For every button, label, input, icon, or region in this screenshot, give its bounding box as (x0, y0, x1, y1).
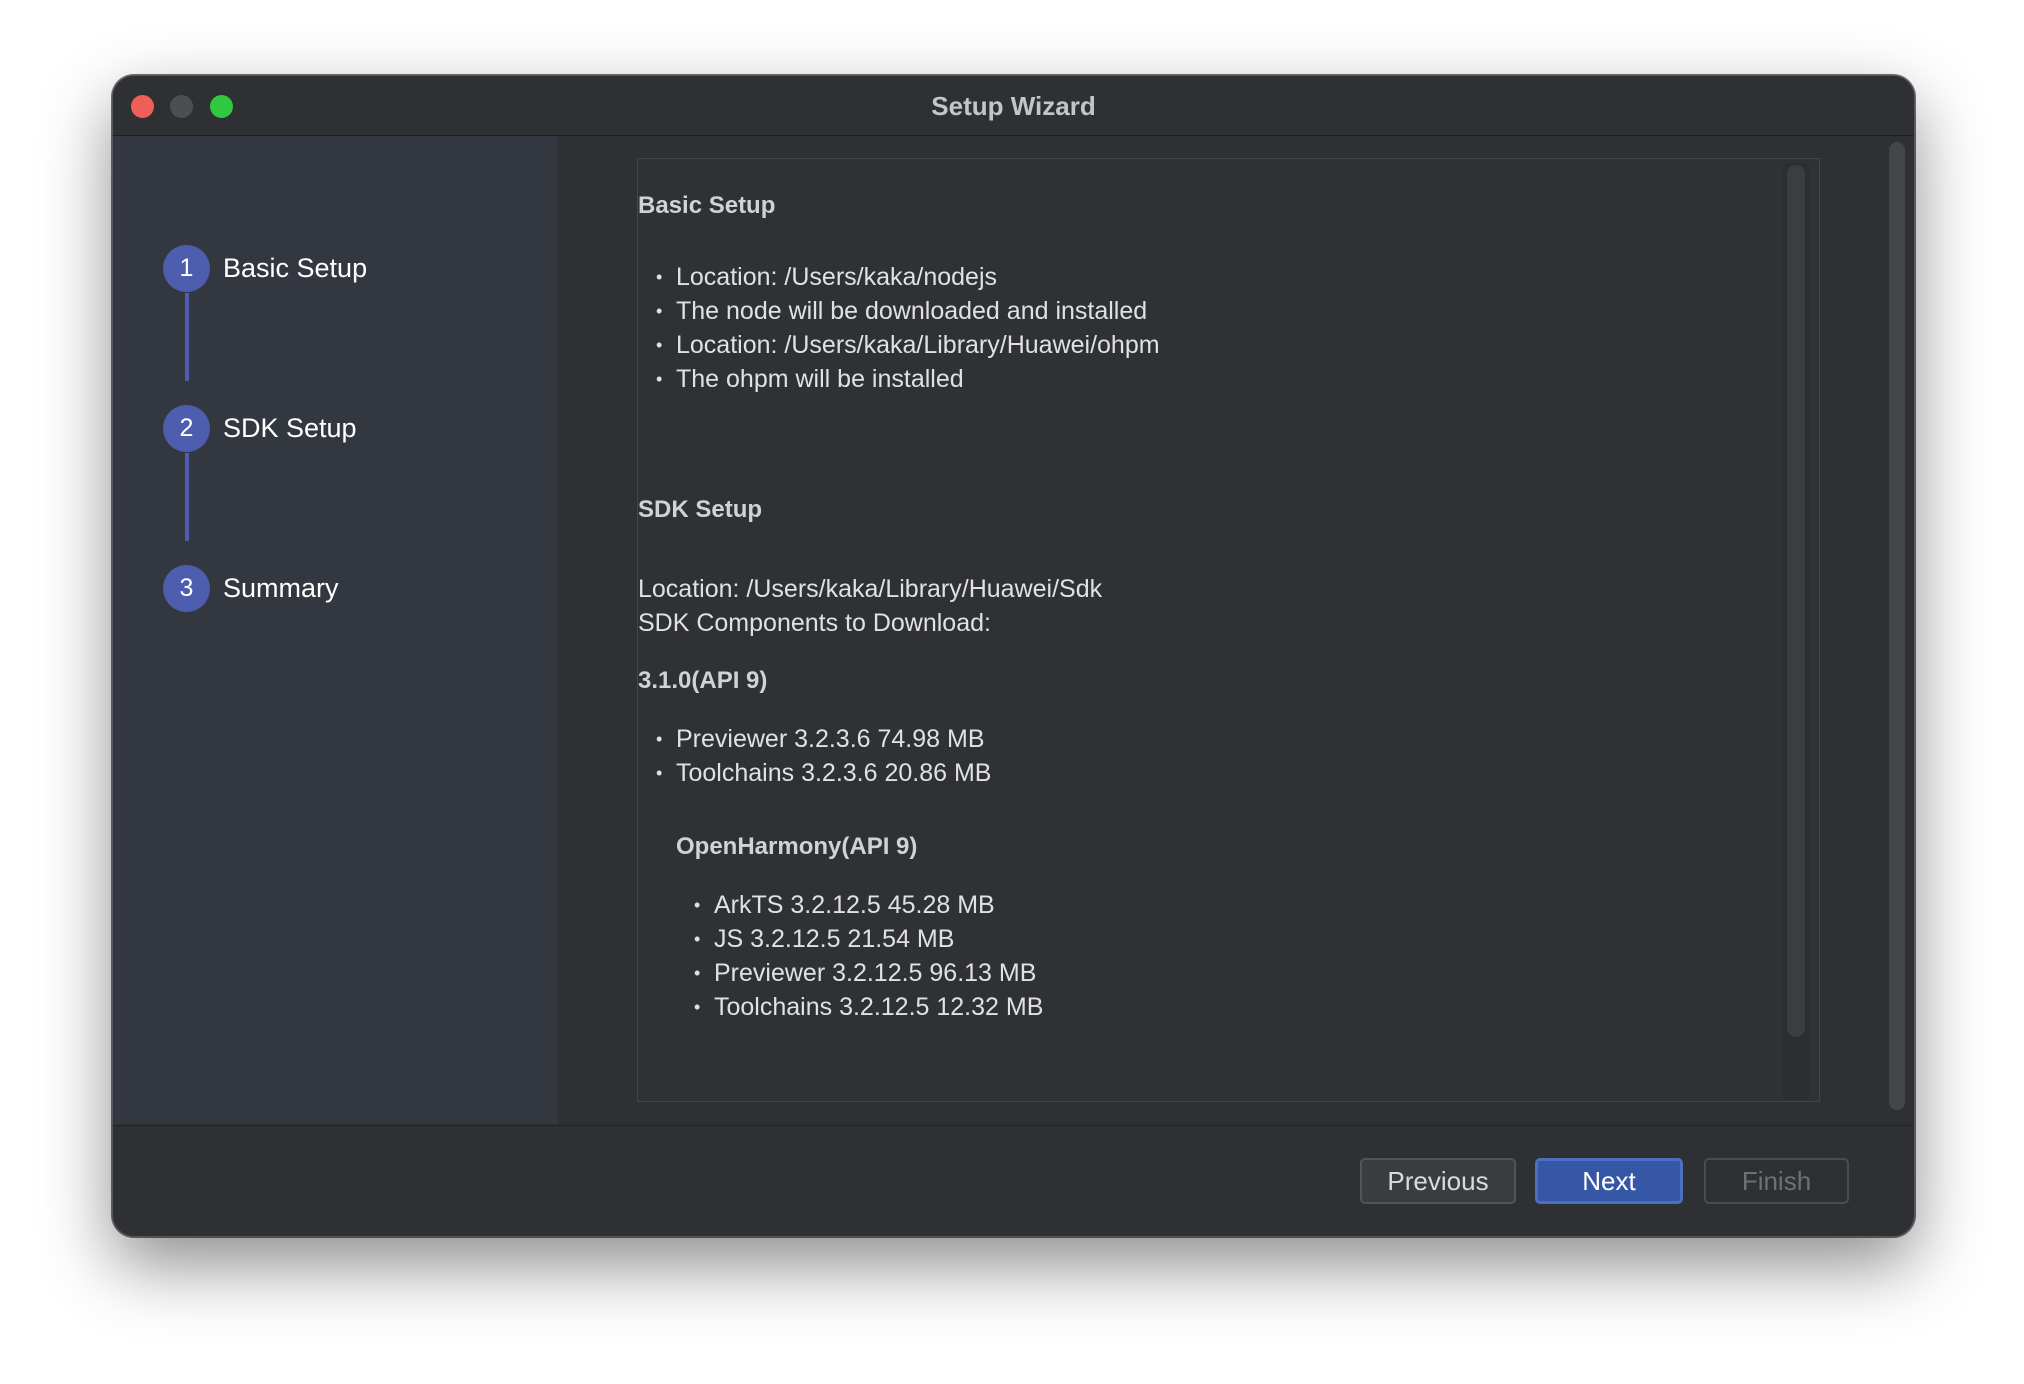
bullet-icon: • (656, 301, 663, 321)
wizard-steps-sidebar: 1 Basic Setup 2 SDK Setup 3 Summary (113, 136, 558, 1124)
api-group-heading: 3.1.0(API 9) (638, 667, 768, 694)
bullet-icon: • (694, 929, 701, 949)
bullet-icon: • (656, 335, 663, 355)
list-item: • Previewer 3.2.12.5 96.13 MB (694, 956, 1036, 990)
bullet-icon: • (694, 963, 701, 983)
sdk-components-label: SDK Components to Download: (638, 609, 991, 637)
bullet-icon: • (656, 763, 663, 783)
list-item: • The ohpm will be installed (656, 362, 964, 396)
content-scrollbar-thumb[interactable] (1787, 165, 1805, 1037)
bullet-icon: • (656, 369, 663, 389)
step-sdk-setup: 2 SDK Setup (163, 404, 357, 452)
title-bar: Setup Wizard (113, 76, 1914, 136)
list-item: • Location: /Users/kaka/nodejs (656, 260, 997, 294)
basic-setup-heading: Basic Setup (638, 192, 776, 219)
list-item: • JS 3.2.12.5 21.54 MB (694, 922, 954, 956)
finish-button[interactable]: Finish (1704, 1158, 1849, 1204)
step-connector (185, 453, 189, 541)
bullet-icon: • (694, 895, 701, 915)
step-basic-setup: 1 Basic Setup (163, 244, 367, 292)
next-button[interactable]: Next (1535, 1158, 1683, 1204)
bullet-icon: • (656, 729, 663, 749)
setup-wizard-window: Setup Wizard 1 Basic Setup 2 SDK Setup 3… (112, 75, 1915, 1237)
step-number-badge: 1 (163, 244, 210, 292)
step-connector (185, 293, 189, 381)
window-title: Setup Wizard (931, 91, 1096, 121)
list-item: • Toolchains 3.2.12.5 12.32 MB (694, 990, 1043, 1024)
step-summary: 3 Summary (163, 564, 339, 612)
list-item: • Toolchains 3.2.3.6 20.86 MB (656, 756, 991, 790)
bullet-icon: • (694, 997, 701, 1017)
step-number-badge: 3 (163, 564, 210, 612)
list-item: • Location: /Users/kaka/Library/Huawei/oh… (656, 328, 1160, 362)
step-label: Summary (223, 572, 339, 603)
bullet-icon: • (656, 267, 663, 287)
summary-content-pane[interactable]: Basic Setup • Location: /Users/kaka/nodej… (637, 158, 1820, 1102)
list-item: • The node will be downloaded and install… (656, 294, 1147, 328)
step-label: Basic Setup (223, 252, 368, 283)
list-item: • ArkTS 3.2.12.5 45.28 MB (694, 888, 995, 922)
step-label: SDK Setup (223, 412, 357, 443)
window-scrollbar[interactable] (1889, 142, 1905, 1110)
previous-button[interactable]: Previous (1360, 1158, 1516, 1204)
sdk-setup-heading: SDK Setup (638, 496, 763, 523)
sdk-location: Location: /Users/kaka/Library/Huawei/Sdk (638, 575, 1103, 603)
step-number-badge: 2 (163, 404, 210, 452)
list-item: • Previewer 3.2.3.6 74.98 MB (656, 722, 985, 756)
openharmony-group-heading: OpenHarmony(API 9) (676, 833, 918, 860)
